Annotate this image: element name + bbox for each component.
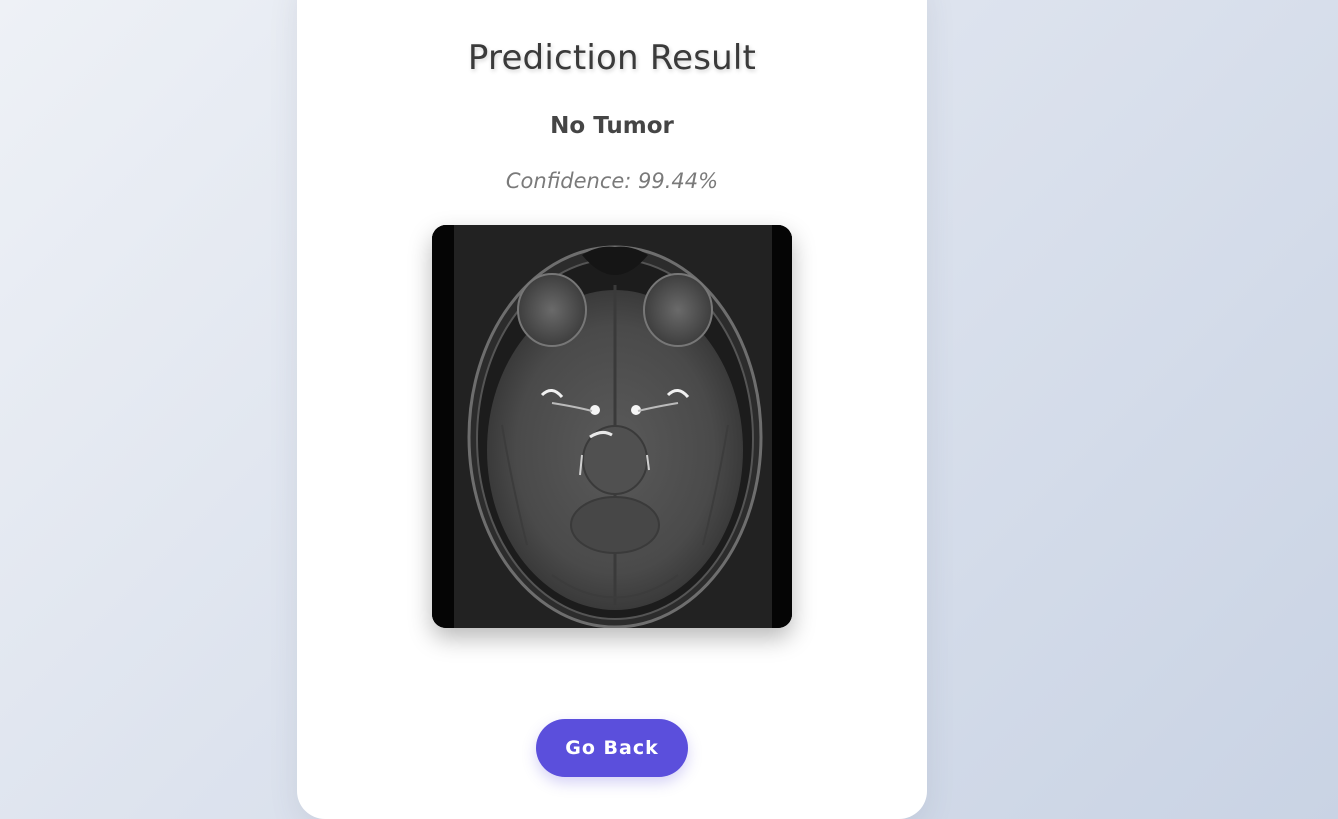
mri-scan-image	[432, 225, 792, 628]
result-card: Prediction Result No Tumor Confidence: 9…	[297, 0, 927, 819]
confidence-text: Confidence: 99.44%	[505, 169, 719, 193]
prediction-label: No Tumor	[550, 113, 674, 139]
go-back-button[interactable]: Go Back	[536, 719, 688, 777]
page-title: Prediction Result	[467, 38, 757, 78]
